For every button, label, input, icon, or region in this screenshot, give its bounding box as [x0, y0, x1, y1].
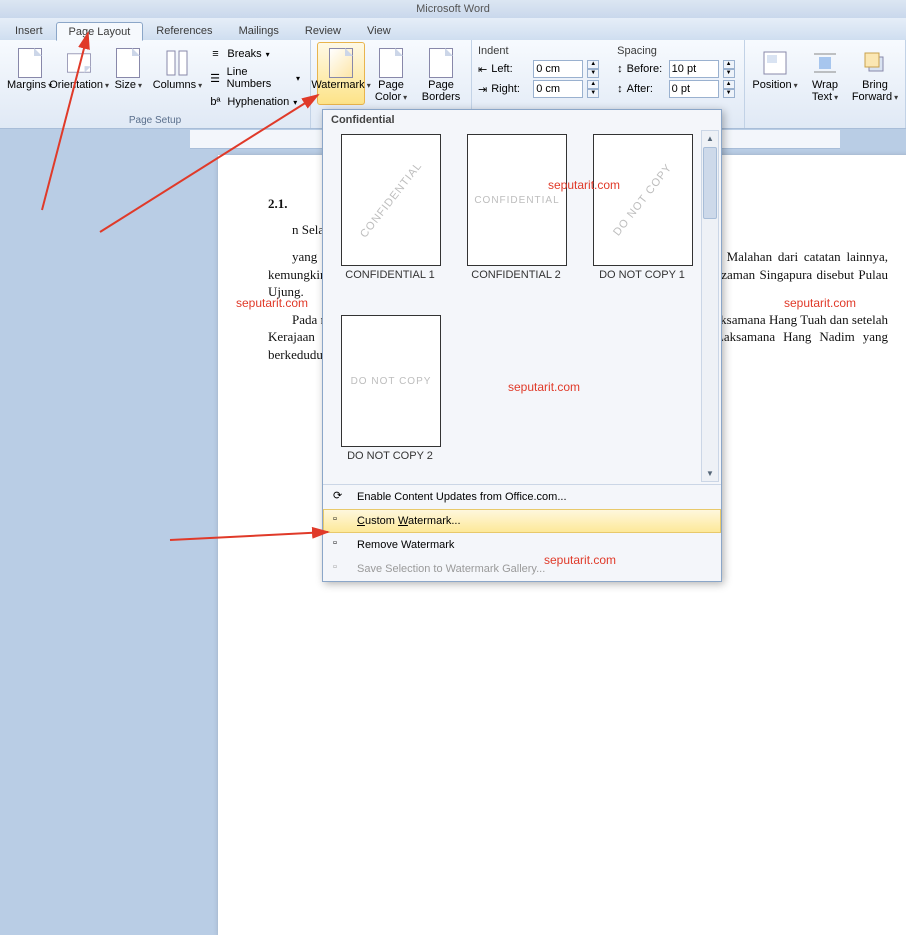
refresh-icon: ⟳ — [333, 489, 349, 505]
wrap-text-button[interactable]: Wrap Text — [801, 42, 849, 105]
watermark-button[interactable]: Watermark — [317, 42, 365, 105]
scroll-thumb[interactable] — [703, 147, 717, 219]
hyphenation-icon: bª — [207, 94, 223, 110]
ribbon-tabs: Insert Page Layout References Mailings R… — [0, 18, 906, 40]
spacing-before-icon: ↕ — [617, 63, 623, 75]
tab-view[interactable]: View — [354, 21, 404, 40]
spacing-heading: Spacing — [617, 45, 734, 59]
margins-button[interactable]: Margins — [6, 42, 53, 111]
orientation-button[interactable]: Orientation — [55, 42, 103, 111]
gallery-item-do-not-copy-2[interactable]: DO NOT COPY DO NOT COPY 2 — [341, 315, 439, 482]
gallery-item-confidential-2[interactable]: CONFIDENTIAL CONFIDENTIAL 2 — [467, 134, 565, 301]
bring-forward-icon — [859, 47, 891, 79]
indent-right-input[interactable] — [533, 80, 583, 98]
title-bar: Microsoft Word — [0, 0, 906, 18]
hyphenation-button[interactable]: bªHyphenation▾ — [203, 93, 304, 111]
spacing-after-input[interactable] — [669, 80, 719, 98]
group-arrange: Position Wrap Text Bring Forward — [745, 40, 906, 128]
spacing-before-input[interactable] — [669, 60, 719, 78]
bring-forward-button[interactable]: Bring Forward — [851, 42, 899, 105]
indent-left-input[interactable] — [533, 60, 583, 78]
group-label-page-setup: Page Setup — [6, 114, 304, 128]
indent-right-icon: ⇥ — [478, 83, 487, 96]
tab-page-layout[interactable]: Page Layout — [56, 22, 144, 41]
line-numbers-button[interactable]: ☰Line Numbers▾ — [203, 65, 304, 91]
wrap-text-icon — [809, 47, 841, 79]
save-gallery-icon: ▫ — [333, 561, 349, 577]
gallery-heading: Confidential — [323, 110, 721, 128]
watermark-gallery: CONFIDENTIAL CONFIDENTIAL 1 CONFIDENTIAL… — [323, 128, 721, 484]
tab-references[interactable]: References — [143, 21, 225, 40]
page-borders-button[interactable]: Page Borders — [417, 42, 465, 105]
spacing-after-icon: ↕ — [617, 83, 623, 95]
menu-save-selection: ▫Save Selection to Watermark Gallery... — [323, 557, 721, 581]
spin-down[interactable]: ▼ — [587, 69, 599, 78]
watermark-page-icon: ▫ — [333, 513, 349, 529]
tab-mailings[interactable]: Mailings — [226, 21, 292, 40]
group-page-setup: Margins Orientation Size Columns ≡Breaks… — [0, 40, 311, 128]
scroll-up-icon[interactable]: ▲ — [702, 131, 718, 146]
menu-remove-watermark[interactable]: ▫Remove Watermark — [323, 533, 721, 557]
position-icon — [759, 47, 791, 79]
tab-review[interactable]: Review — [292, 21, 354, 40]
line-numbers-icon: ☰ — [207, 70, 222, 86]
gallery-item-confidential-1[interactable]: CONFIDENTIAL CONFIDENTIAL 1 — [341, 134, 439, 301]
menu-custom-watermark[interactable]: ▫Custom Watermark... — [323, 509, 721, 533]
page-color-button[interactable]: Page Color — [367, 42, 415, 105]
watermark-gallery-panel: Confidential CONFIDENTIAL CONFIDENTIAL 1… — [322, 109, 722, 582]
indent-heading: Indent — [478, 45, 599, 59]
watermark-icon — [325, 47, 357, 79]
page-color-icon — [375, 47, 407, 79]
spin-up[interactable]: ▲ — [587, 60, 599, 69]
menu-enable-updates[interactable]: ⟳Enable Content Updates from Office.com.… — [323, 485, 721, 509]
gallery-item-do-not-copy-1[interactable]: DO NOT COPY DO NOT COPY 1 — [593, 134, 691, 301]
gallery-scrollbar[interactable]: ▲ ▼ — [701, 130, 719, 482]
size-button[interactable]: Size — [105, 42, 151, 111]
page-borders-icon — [425, 47, 457, 79]
tab-insert[interactable]: Insert — [2, 21, 56, 40]
breaks-button[interactable]: ≡Breaks▾ — [203, 45, 304, 63]
remove-icon: ▫ — [333, 537, 349, 553]
watermark-menu: ⟳Enable Content Updates from Office.com.… — [323, 484, 721, 581]
columns-icon — [161, 47, 193, 79]
orientation-icon — [63, 47, 95, 79]
breaks-icon: ≡ — [207, 46, 223, 62]
size-icon — [112, 47, 144, 79]
columns-button[interactable]: Columns — [153, 42, 201, 111]
margins-icon — [14, 47, 46, 79]
indent-left-icon: ⇤ — [478, 63, 487, 76]
position-button[interactable]: Position — [751, 42, 799, 105]
scroll-down-icon[interactable]: ▼ — [702, 466, 718, 481]
